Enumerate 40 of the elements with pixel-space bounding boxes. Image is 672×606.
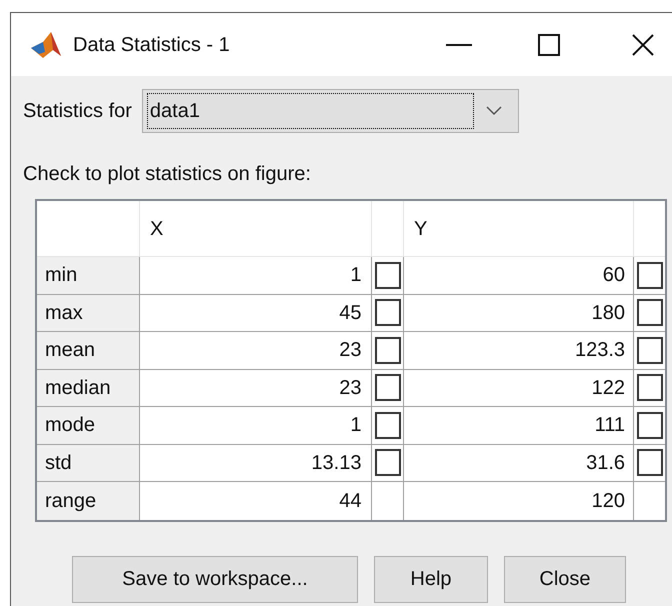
row-header: median bbox=[37, 370, 140, 406]
checkbox[interactable] bbox=[374, 449, 401, 476]
checkbox[interactable] bbox=[636, 449, 663, 476]
chevron-down-icon bbox=[486, 106, 502, 116]
checkbox[interactable] bbox=[374, 262, 401, 289]
checkbox[interactable] bbox=[636, 412, 663, 439]
checkbox[interactable] bbox=[374, 299, 401, 326]
minimize-icon[interactable] bbox=[446, 42, 472, 46]
checkbox[interactable] bbox=[636, 336, 663, 364]
row-header: mean bbox=[37, 332, 140, 368]
checkbox[interactable] bbox=[374, 374, 401, 402]
table-cell-text: 1 bbox=[349, 413, 362, 438]
table-cell-text: 23 bbox=[338, 338, 362, 364]
save-button[interactable]: Save to workspace... bbox=[72, 556, 358, 602]
table-cell-text: 45 bbox=[338, 300, 362, 326]
close-button[interactable]: Close bbox=[504, 556, 626, 602]
checkbox[interactable] bbox=[374, 336, 401, 364]
row-header: std bbox=[37, 444, 140, 481]
help-button[interactable]: Help bbox=[374, 556, 488, 602]
window-title: Data Statistics - 1 bbox=[73, 32, 230, 58]
maximize-icon[interactable] bbox=[538, 34, 560, 56]
table-cell-text: 23 bbox=[338, 376, 362, 401]
row-header: max bbox=[37, 294, 140, 331]
column-header: Y bbox=[404, 201, 634, 256]
table-cell-text: 44 bbox=[338, 488, 362, 514]
row-header: range bbox=[37, 482, 140, 520]
data-dropdown[interactable]: data1 bbox=[142, 89, 519, 133]
checkbox[interactable] bbox=[636, 374, 663, 402]
instruction-text: Check to plot statistics on figure: bbox=[23, 162, 312, 187]
checkbox[interactable] bbox=[374, 412, 401, 439]
row-header: min bbox=[37, 257, 140, 294]
statistics-for-label: Statistics for bbox=[23, 99, 132, 124]
column-header: X bbox=[140, 201, 372, 256]
checkbox[interactable] bbox=[636, 262, 663, 289]
checkbox[interactable] bbox=[636, 299, 663, 326]
app-logo-icon bbox=[29, 30, 63, 60]
table-cell-text: 1 bbox=[349, 263, 362, 288]
row-header: mode bbox=[37, 407, 140, 444]
close-icon[interactable] bbox=[632, 34, 654, 56]
table-cell-text: 13.13 bbox=[310, 450, 362, 476]
